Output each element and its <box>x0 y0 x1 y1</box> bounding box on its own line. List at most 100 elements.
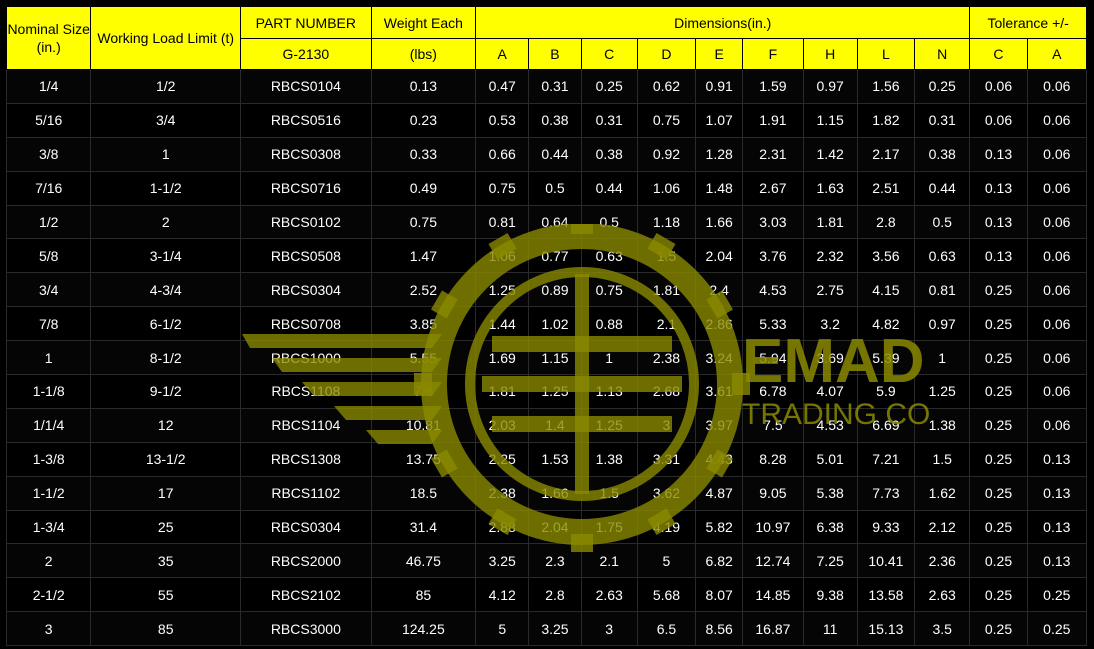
table-cell: 0.13 <box>969 170 1028 206</box>
table-cell: 2.88 <box>475 509 530 545</box>
table-cell: RBCS1308 <box>240 441 372 477</box>
table-cell: RBCS0104 <box>240 69 372 104</box>
table-cell: 5.01 <box>802 441 858 477</box>
table-cell: 17 <box>90 475 242 511</box>
table-cell: 0.13 <box>1026 509 1088 545</box>
table-cell: 2.04 <box>695 238 744 274</box>
table-cell: 85 <box>90 611 242 647</box>
table-row: 1-1/8 9-1/2 RBCS1108 7.6 1.81 1.25 1.13 2.68 3.6… <box>5 374 1088 409</box>
table-cell: 4.82 <box>856 306 916 342</box>
table-cell: 1.63 <box>802 170 858 206</box>
table-cell: 3.85 <box>370 306 477 342</box>
table-cell: RBCS1102 <box>240 475 372 511</box>
table-cell: 3/4 <box>5 272 92 308</box>
table-cell: 0.25 <box>969 509 1028 545</box>
table-cell: 3.25 <box>528 611 582 647</box>
table-cell: 0.91 <box>695 69 744 104</box>
table-cell: RBCS0102 <box>240 204 372 240</box>
table-cell: 0.31 <box>580 102 638 138</box>
table-cell: 7/16 <box>5 170 92 206</box>
header-dim-b: B <box>528 38 582 70</box>
table-cell: RBCS3000 <box>240 611 372 647</box>
table-cell: 2.38 <box>475 475 530 511</box>
table-cell: 6-1/2 <box>90 306 242 342</box>
table-cell: 0.06 <box>1026 374 1088 409</box>
table-row: 2-1/2 55 RBCS2102 85 4.12 2.8 2.63 5.68 8.07 14.8… <box>5 577 1088 613</box>
table-cell: 124.25 <box>370 611 477 647</box>
table-cell: 1-1/8 <box>5 374 92 409</box>
table-cell: 4.12 <box>475 577 530 613</box>
table-cell: 31.4 <box>370 509 477 545</box>
table-cell: 1.66 <box>528 475 582 511</box>
table-cell: 1 <box>580 340 638 376</box>
table-row: 5/8 3-1/4 RBCS0508 1.47 1.06 0.77 0.63 1.5 2.04 3… <box>5 238 1088 274</box>
table-cell: 1.25 <box>580 407 638 443</box>
table-cell: 1.59 <box>742 69 804 104</box>
table-cell: 2.03 <box>475 407 530 443</box>
table-cell: 55 <box>90 577 242 613</box>
table-cell: 3.03 <box>742 204 804 240</box>
table-cell: 1.15 <box>802 102 858 138</box>
table-cell: 1/4 <box>5 69 92 104</box>
table-cell: 8.28 <box>742 441 804 477</box>
table-cell: 0.89 <box>528 272 582 308</box>
table-cell: 0.81 <box>475 204 530 240</box>
table-cell: 0.06 <box>1026 272 1088 308</box>
table-cell: 0.13 <box>969 204 1028 240</box>
table-cell: 9.05 <box>742 475 804 511</box>
table-cell: 11 <box>802 611 858 647</box>
table-cell: 5.94 <box>742 340 804 376</box>
table-cell: 0.25 <box>914 69 971 104</box>
table-cell: 0.06 <box>1026 136 1088 172</box>
table-cell: 0.75 <box>580 272 638 308</box>
table-cell: 0.06 <box>1026 69 1088 104</box>
table-cell: 8-1/2 <box>90 340 242 376</box>
table-row: 1 8-1/2 RBCS1000 5.55 1.69 1.15 1 2.38 3.24 5.94 3… <box>5 340 1088 376</box>
table-cell: 7.73 <box>856 475 916 511</box>
table-cell: 2.51 <box>856 170 916 206</box>
table-cell: 3 <box>580 611 638 647</box>
table-cell: 1.53 <box>528 441 582 477</box>
table-cell: 2.36 <box>914 543 971 579</box>
table-cell: 5/8 <box>5 238 92 274</box>
table-cell: 0.06 <box>1026 340 1088 376</box>
table-cell: 0.63 <box>914 238 971 274</box>
table-row: 1-3/4 25 RBCS0304 31.4 2.88 2.04 1.75 4.19 5.82 1… <box>5 509 1088 545</box>
table-cell: 2.4 <box>695 272 744 308</box>
table-cell: 1-3/8 <box>5 441 92 477</box>
table-cell: 2.3 <box>528 543 582 579</box>
table-cell: 12.74 <box>742 543 804 579</box>
header-nominal-size: Nominal Size (in.) <box>5 6 92 70</box>
table-cell: 3.61 <box>695 374 744 409</box>
table-cell: RBCS0304 <box>240 509 372 545</box>
table-cell: 1.28 <box>695 136 744 172</box>
table-cell: 4.43 <box>695 441 744 477</box>
table-cell: 13.58 <box>856 577 916 613</box>
header-working-load-limit: Working Load Limit (t) <box>90 6 242 70</box>
table-cell: 8.07 <box>695 577 744 613</box>
table-cell: 1-3/4 <box>5 509 92 545</box>
table-cell: 4.87 <box>695 475 744 511</box>
table-cell: 0.13 <box>1026 475 1088 511</box>
table-cell: RBCS0716 <box>240 170 372 206</box>
table-cell: 0.13 <box>1026 441 1088 477</box>
table-cell: 9.33 <box>856 509 916 545</box>
table-cell: 0.06 <box>969 102 1028 138</box>
header-tol-a: A <box>1026 38 1088 70</box>
table-cell: 1.25 <box>475 272 530 308</box>
table-cell: 2.68 <box>636 374 697 409</box>
table-cell: 1.06 <box>475 238 530 274</box>
table-cell: 3 <box>636 407 697 443</box>
table-cell: 1.5 <box>636 238 697 274</box>
table-cell: 0.13 <box>969 238 1028 274</box>
table-cell: 7.6 <box>370 374 477 409</box>
header-dim-e: E <box>695 38 744 70</box>
table-cell: 16.87 <box>742 611 804 647</box>
table-cell: 1/2 <box>5 204 92 240</box>
table-cell: 4.15 <box>856 272 916 308</box>
table-cell: 1.81 <box>636 272 697 308</box>
table-cell: 1/1/4 <box>5 407 92 443</box>
table-cell: 5.38 <box>802 475 858 511</box>
table-cell: RBCS2102 <box>240 577 372 613</box>
header-dim-d: D <box>636 38 697 70</box>
